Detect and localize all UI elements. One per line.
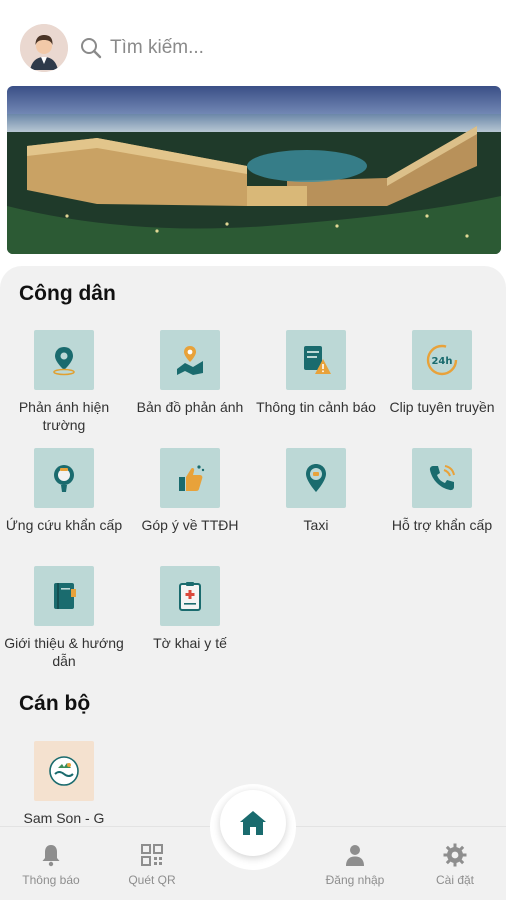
location-pin-icon: [34, 330, 94, 390]
medical-form-icon: [160, 566, 220, 626]
menu-item-emergency-support[interactable]: Hỗ trợ khẩn cấp: [380, 448, 504, 534]
section-title-staff: Cán bộ: [19, 692, 91, 715]
tab-settings[interactable]: Cài đặt: [410, 843, 500, 887]
banner-image: [7, 86, 501, 254]
map-pin-icon: [160, 330, 220, 390]
emergency-bulb-icon: [34, 448, 94, 508]
search-icon: [81, 38, 102, 59]
menu-item-warning-info[interactable]: Thông tin cảnh báo: [254, 330, 378, 416]
tab-scan-qr[interactable]: Quét QR: [107, 843, 197, 887]
main-panel: Công dân Phản ánh hiện trường Bản đồ phả…: [0, 266, 506, 846]
svg-text:24h: 24h: [431, 356, 452, 367]
home-icon: [240, 811, 266, 835]
menu-item-feedback[interactable]: Góp ý về TTĐH: [128, 448, 252, 534]
menu-item-guide[interactable]: Giới thiệu & hướng dẫn: [2, 566, 126, 670]
thumbs-up-icon: [160, 448, 220, 508]
tab-login[interactable]: Đăng nhập: [310, 843, 400, 887]
menu-item-sam-son[interactable]: Sam Son - G: [2, 741, 126, 827]
phone-call-icon: [412, 448, 472, 508]
menu-item-report-map[interactable]: Bản đồ phản ánh: [128, 330, 252, 416]
warning-document-icon: [286, 330, 346, 390]
gear-icon: [443, 843, 467, 867]
sam-son-logo-icon: [34, 741, 94, 801]
tab-notifications[interactable]: Thông báo: [6, 843, 96, 887]
menu-item-report[interactable]: Phản ánh hiện trường: [2, 330, 126, 434]
qr-code-icon: [141, 844, 163, 866]
top-bar: Tìm kiếm...: [20, 22, 486, 74]
search-placeholder: Tìm kiếm...: [110, 37, 204, 58]
taxi-pin-icon: [286, 448, 346, 508]
menu-item-propaganda-clip[interactable]: 24h Clip tuyên truyền: [380, 330, 504, 416]
avatar[interactable]: [20, 24, 68, 72]
home-button[interactable]: [220, 790, 286, 856]
bell-icon: [42, 845, 60, 867]
menu-item-emergency-rescue[interactable]: Ứng cứu khẩn cấp: [2, 448, 126, 534]
section-title-citizen: Công dân: [19, 282, 116, 305]
menu-item-taxi[interactable]: Taxi: [254, 448, 378, 534]
person-icon: [346, 845, 364, 866]
24h-clock-icon: 24h: [412, 330, 472, 390]
menu-item-health-declaration[interactable]: Tờ khai y tế: [128, 566, 252, 652]
book-icon: [34, 566, 94, 626]
search-bar[interactable]: Tìm kiếm...: [80, 37, 204, 59]
